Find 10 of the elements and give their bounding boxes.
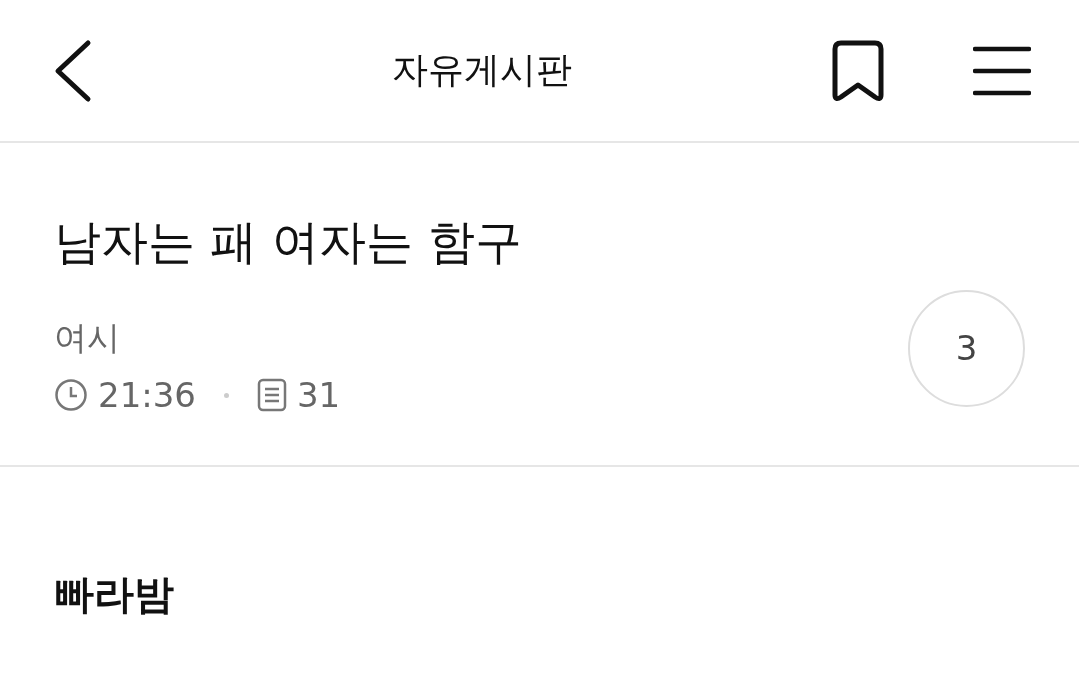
comment-count[interactable]: 3 xyxy=(908,289,1025,407)
menu-button[interactable] xyxy=(973,44,1031,97)
board-title: 자유게시판 xyxy=(390,48,573,92)
document-icon xyxy=(257,378,287,412)
view-count: 31 xyxy=(297,375,341,415)
post-title: 남자는 패 여자는 함구 xyxy=(54,213,523,271)
author-name: 여시 xyxy=(54,317,121,359)
post-body: 빠라밤 xyxy=(54,571,174,617)
clock-icon xyxy=(54,378,88,412)
post-time: 21:36 xyxy=(98,375,196,415)
